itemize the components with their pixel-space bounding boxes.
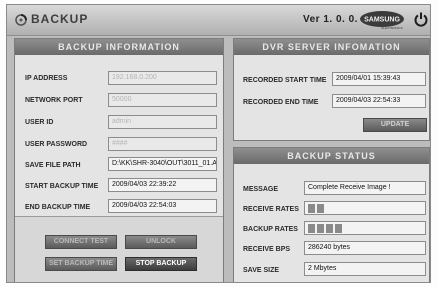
network-port-field[interactable]: 50000	[108, 93, 217, 107]
stop-backup-button[interactable]: STOP BACKUP	[125, 257, 197, 271]
set-backup-time-button[interactable]: SET BACKUP TIME	[45, 257, 117, 271]
receive-rates-segment	[308, 204, 315, 213]
receive-bps-field: 286240 bytes	[304, 241, 426, 255]
svg-text:SAMSUNG: SAMSUNG	[364, 17, 400, 24]
receive-rates-progress	[304, 201, 426, 215]
title-bar: BACKUP Ver 1. 0. 0. 8 SAMSUNG ELECTRONIC…	[7, 5, 430, 36]
receive-rates-segment	[317, 204, 324, 213]
start-backup-time-field[interactable]: 2009/04/03 22:39:22	[108, 178, 217, 192]
backup-status-header: BACKUP STATUS	[234, 148, 429, 164]
backup-rates-segment	[326, 224, 333, 233]
message-field: Complete Receive Image !	[304, 181, 426, 195]
save-size-field: 2 Mbytes	[304, 262, 426, 276]
recorded-end-time-label: RECORDED END TIME	[243, 99, 319, 106]
ip-address-label: IP ADDRESS	[25, 75, 68, 82]
user-id-label: USER ID	[25, 119, 54, 126]
backup-information-header: BACKUP INFORMATION	[15, 39, 223, 55]
end-backup-time-label: END BACKUP TIME	[25, 204, 91, 211]
connect-test-button[interactable]: CONNECT TEST	[45, 235, 117, 249]
user-password-label: USER PASSWORD	[25, 141, 88, 148]
backup-window: BACKUP Ver 1. 0. 0. 8 SAMSUNG ELECTRONIC…	[6, 4, 431, 283]
save-file-path-field[interactable]: D:\KK\SHR-3040\OUT\3011_01.A	[108, 157, 217, 171]
network-port-label: NETWORK PORT	[25, 97, 83, 104]
samsung-logo: SAMSUNG ELECTRONICS	[360, 11, 404, 30]
dvr-server-header: DVR SERVER INFOMATION	[234, 39, 429, 55]
user-id-field[interactable]: admin	[108, 115, 217, 129]
save-file-path-label: SAVE FILE PATH	[25, 162, 81, 169]
backup-rates-segment	[317, 224, 324, 233]
save-size-label: SAVE SIZE	[243, 267, 280, 274]
start-backup-time-label: START BACKUP TIME	[25, 183, 99, 190]
backup-rates-label: BACKUP RATES	[243, 226, 298, 233]
backup-controls-area: CONNECT TEST UNLOCK SET BACKUP TIME STOP…	[15, 216, 223, 282]
backup-rates-progress	[304, 221, 426, 235]
message-label: MESSAGE	[243, 186, 279, 193]
recorded-start-time-label: RECORDED START TIME	[243, 77, 327, 84]
backup-app-icon	[15, 14, 27, 26]
receive-bps-label: RECEIVE BPS	[243, 246, 291, 253]
power-icon[interactable]	[413, 11, 429, 27]
app-title: BACKUP	[31, 12, 89, 26]
backup-information-panel: BACKUP INFORMATION IP ADDRESS 192.168.0.…	[14, 38, 224, 282]
end-backup-time-field[interactable]: 2009/04/03 22:54:03	[108, 199, 217, 213]
backup-rates-segment	[308, 224, 315, 233]
receive-rates-label: RECEIVE RATES	[243, 206, 299, 213]
backup-status-panel: BACKUP STATUS MESSAGE Complete Receive I…	[233, 147, 430, 282]
recorded-start-time-field[interactable]: 2009/04/01 15:39:43	[332, 72, 426, 86]
ip-address-field[interactable]: 192.168.0.200	[108, 71, 217, 85]
unlock-button[interactable]: UNLOCK	[125, 235, 197, 249]
backup-rates-segment	[335, 224, 342, 233]
svg-text:ELECTRONICS: ELECTRONICS	[381, 26, 402, 30]
update-button[interactable]: UPDATE	[363, 118, 427, 132]
user-password-field[interactable]: ####	[108, 137, 217, 151]
version-label: Ver 1. 0. 0. 8	[303, 14, 368, 25]
recorded-end-time-field[interactable]: 2009/04/03 22:54:33	[332, 94, 426, 108]
dvr-server-panel: DVR SERVER INFOMATION RECORDED START TIM…	[233, 38, 430, 141]
